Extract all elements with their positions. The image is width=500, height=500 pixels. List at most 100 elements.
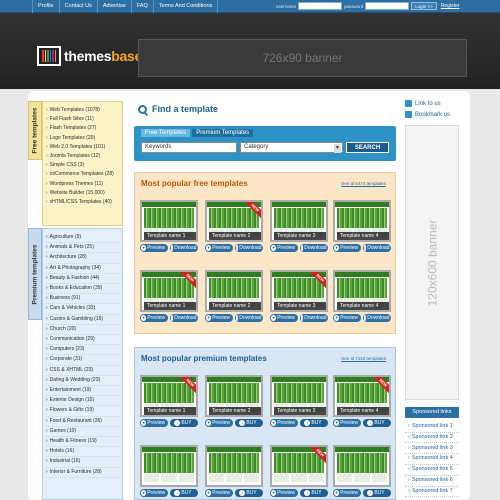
template-card[interactable]: NEW Template name 1 ● Preview ↓ BUY bbox=[140, 375, 198, 427]
preview-button[interactable]: ● Preview bbox=[205, 244, 233, 252]
preview-button[interactable]: ● Preview bbox=[270, 419, 298, 427]
dl-button[interactable]: ↓ Download bbox=[170, 244, 198, 252]
username-input[interactable] bbox=[298, 2, 343, 10]
category-item[interactable]: Business (91) bbox=[46, 294, 119, 305]
category-item[interactable]: Simple CSS (3) bbox=[46, 161, 119, 170]
category-select[interactable]: Category bbox=[240, 142, 343, 153]
preview-button[interactable]: ● Preview bbox=[205, 489, 233, 497]
buy-button[interactable]: ↓ BUY bbox=[300, 489, 328, 497]
template-thumbnail[interactable]: NEW Template name 4 bbox=[333, 375, 391, 417]
category-item[interactable]: Games (10) bbox=[46, 427, 119, 438]
buy-button[interactable]: ↓ BUY bbox=[363, 489, 391, 497]
template-card[interactable]: Template name 2 ● Preview ↓ BUY bbox=[205, 375, 263, 427]
template-thumbnail[interactable] bbox=[140, 445, 198, 487]
template-card[interactable]: ● Preview ↓ BUY bbox=[205, 445, 263, 497]
login-button[interactable]: Login >> bbox=[411, 2, 437, 10]
template-card[interactable]: NEW Template name 1 ● Preview ↓ Download bbox=[140, 270, 198, 322]
nav-contact-us[interactable]: Contact Us bbox=[60, 0, 98, 13]
template-card[interactable]: Template name 3 ● Preview ↓ Download bbox=[270, 200, 328, 252]
category-item[interactable]: Industrial (16) bbox=[46, 457, 119, 468]
dl-button[interactable]: ↓ Download bbox=[235, 314, 263, 322]
category-item[interactable]: Logo Templates (29) bbox=[46, 134, 119, 143]
preview-button[interactable]: ● Preview bbox=[205, 314, 233, 322]
template-card[interactable]: ● Preview ↓ BUY bbox=[140, 445, 198, 497]
template-thumbnail[interactable]: Template name 3 bbox=[270, 200, 328, 242]
dl-button[interactable]: ↓ Download bbox=[300, 314, 328, 322]
search-tab-free[interactable]: Free Templates bbox=[141, 129, 191, 137]
preview-button[interactable]: ● Preview bbox=[270, 489, 298, 497]
category-item[interactable]: Books & Education (39) bbox=[46, 284, 119, 295]
buy-button[interactable]: ↓ BUY bbox=[363, 419, 391, 427]
buy-button[interactable]: ↓ BUY bbox=[170, 419, 198, 427]
nav-faq[interactable]: FAQ bbox=[132, 0, 154, 13]
template-card[interactable]: Template name 4 ● Preview ↓ Download bbox=[333, 200, 391, 252]
category-item[interactable]: xHTML/CSS Templates (40) bbox=[46, 198, 119, 207]
nav-profile[interactable]: Profile bbox=[32, 0, 60, 13]
category-item[interactable]: Beauty & Fashion (44) bbox=[46, 274, 119, 285]
dl-button[interactable]: ↓ Download bbox=[170, 314, 198, 322]
category-item[interactable]: Casino & Gambling (15) bbox=[46, 315, 119, 325]
category-item[interactable]: Art & Photography (34) bbox=[46, 264, 119, 274]
template-thumbnail[interactable] bbox=[333, 445, 391, 487]
buy-button[interactable]: ↓ BUY bbox=[170, 489, 198, 497]
category-item[interactable]: Computers (23) bbox=[46, 345, 119, 356]
template-thumbnail[interactable] bbox=[205, 445, 263, 487]
category-item[interactable]: osCommerce Templates (28) bbox=[46, 170, 119, 179]
preview-button[interactable]: ● Preview bbox=[270, 314, 298, 322]
category-item[interactable]: Dating & Wedding (23) bbox=[46, 376, 119, 387]
template-thumbnail[interactable]: Template name 4 bbox=[333, 200, 391, 242]
category-item[interactable]: Agriculture (9) bbox=[46, 233, 119, 244]
category-item[interactable]: Web 2.0 Templates (101) bbox=[46, 143, 119, 152]
password-input[interactable] bbox=[365, 2, 410, 10]
category-item[interactable]: Entertainment (19) bbox=[46, 386, 119, 397]
buy-button[interactable]: ↓ BUY bbox=[235, 489, 263, 497]
top-banner[interactable]: 726x90 banner bbox=[138, 39, 467, 77]
bookmark-us[interactable]: Bookmark us bbox=[405, 111, 450, 118]
category-item[interactable]: Church (20) bbox=[46, 325, 119, 336]
site-logo[interactable]: themesbase bbox=[37, 46, 142, 66]
premium-see-all-link[interactable]: See al 7142 templates bbox=[341, 356, 386, 361]
side-banner[interactable]: 120x600 banner bbox=[405, 125, 459, 400]
template-card[interactable]: NEW Template name 2 ● Preview ↓ Download bbox=[205, 200, 263, 252]
category-item[interactable]: Architecture (28) bbox=[46, 253, 119, 264]
category-item[interactable]: CSS & XHTML (23) bbox=[46, 366, 119, 376]
template-card[interactable]: NEW Template name 3 ● Preview ↓ Download bbox=[270, 270, 328, 322]
search-button[interactable]: SEARCH bbox=[346, 142, 389, 153]
preview-button[interactable]: ● Preview bbox=[205, 419, 233, 427]
template-card[interactable]: ● Preview ↓ BUY bbox=[333, 445, 391, 497]
category-item[interactable]: Animals & Pets (25) bbox=[46, 243, 119, 254]
nav-advertise[interactable]: Advertise bbox=[98, 0, 132, 13]
keywords-input[interactable]: Keywords bbox=[141, 142, 237, 153]
preview-button[interactable]: ● Preview bbox=[270, 244, 298, 252]
category-item[interactable]: Food & Restaurant (26) bbox=[46, 417, 119, 427]
template-thumbnail[interactable]: Template name 2 bbox=[205, 270, 263, 312]
free-see-all-link[interactable]: See al 5474 templates bbox=[341, 181, 386, 186]
register-link[interactable]: Register bbox=[441, 3, 460, 9]
template-thumbnail[interactable]: Template name 4 bbox=[333, 270, 391, 312]
template-thumbnail[interactable]: Template name 2 bbox=[205, 375, 263, 417]
template-card[interactable]: NEW ● Preview ↓ BUY bbox=[270, 445, 328, 497]
search-tab-premium[interactable]: Premium Templates bbox=[192, 129, 254, 137]
template-thumbnail[interactable]: NEW Template name 1 bbox=[140, 375, 198, 417]
template-thumbnail[interactable]: Template name 1 bbox=[140, 200, 198, 242]
template-card[interactable]: Template name 1 ● Preview ↓ Download bbox=[140, 200, 198, 252]
category-item[interactable]: Flowers & Gifts (19) bbox=[46, 406, 119, 417]
template-thumbnail[interactable]: NEW Template name 3 bbox=[270, 270, 328, 312]
nav-terms[interactable]: Terms And Conditions bbox=[154, 0, 219, 13]
preview-button[interactable]: ● Preview bbox=[333, 244, 361, 252]
category-item[interactable]: Joomla Templates (12) bbox=[46, 152, 119, 161]
preview-button[interactable]: ● Preview bbox=[333, 489, 361, 497]
preview-button[interactable]: ● Preview bbox=[333, 314, 361, 322]
category-item[interactable]: Web Templates (1078) bbox=[46, 106, 119, 115]
premium-templates-tab[interactable]: Premium templates bbox=[28, 228, 42, 320]
category-item[interactable]: Website Builder (15,000) bbox=[46, 189, 119, 198]
template-card[interactable]: Template name 2 ● Preview ↓ Download bbox=[205, 270, 263, 322]
template-card[interactable]: NEW Template name 4 ● Preview ↓ BUY bbox=[333, 375, 391, 427]
template-card[interactable]: Template name 3 ● Preview ↓ BUY bbox=[270, 375, 328, 427]
free-templates-tab[interactable]: Free templates bbox=[28, 101, 42, 160]
template-thumbnail[interactable]: NEW bbox=[270, 445, 328, 487]
buy-button[interactable]: ↓ BUY bbox=[235, 419, 263, 427]
template-thumbnail[interactable]: NEW Template name 2 bbox=[205, 200, 263, 242]
preview-button[interactable]: ● Preview bbox=[140, 314, 168, 322]
category-item[interactable]: Exterior Design (10) bbox=[46, 396, 119, 407]
